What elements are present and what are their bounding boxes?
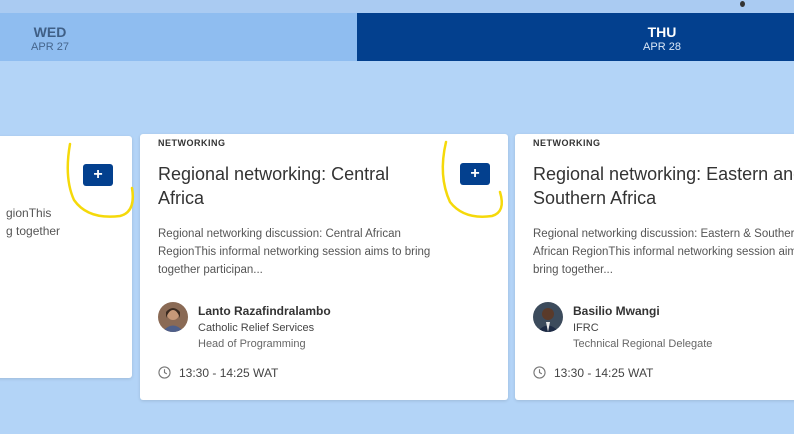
session-title[interactable]: Regional networking: Central Africa	[158, 162, 418, 210]
session-card[interactable]: NETWORKING Regional networking: Eastern …	[515, 134, 794, 400]
speaker-role: Technical Regional Delegate	[573, 338, 713, 350]
clock-icon	[533, 366, 546, 379]
session-title[interactable]: Regional networking: Eastern and Souther…	[533, 162, 794, 210]
time-label: 13:30 - 14:25 WAT	[179, 366, 279, 380]
session-description: Regional networking discussion: Central …	[158, 228, 431, 276]
speaker-role: Head of Programming	[198, 338, 306, 350]
avatar	[533, 302, 563, 332]
speaker-organization: Catholic Relief Services	[198, 322, 315, 334]
scroll-indicator	[740, 1, 745, 7]
day-name: THU	[647, 24, 677, 40]
session-category: NETWORKING	[158, 138, 226, 148]
time-label: 13:30 - 14:25 WAT	[554, 366, 654, 380]
highlight-annotation-icon	[441, 140, 503, 218]
day-name: WED	[33, 24, 67, 40]
highlight-annotation-icon	[66, 142, 134, 218]
speaker-organization: IFRC	[573, 322, 599, 334]
session-description: Regional networking discussion: Eastern …	[533, 228, 794, 276]
day-date: APR 28	[643, 41, 681, 53]
avatar	[158, 302, 188, 332]
top-strip	[0, 0, 794, 13]
day-header-wed[interactable]: WED APR 27	[0, 13, 357, 61]
clock-icon	[158, 366, 171, 379]
day-header-thu[interactable]: THU APR 28	[357, 13, 794, 61]
speaker-name[interactable]: Lanto Razafindralambo	[198, 304, 331, 318]
day-date: APR 27	[31, 41, 69, 53]
session-category: NETWORKING	[533, 138, 601, 148]
speaker-name[interactable]: Basilio Mwangi	[573, 304, 660, 318]
